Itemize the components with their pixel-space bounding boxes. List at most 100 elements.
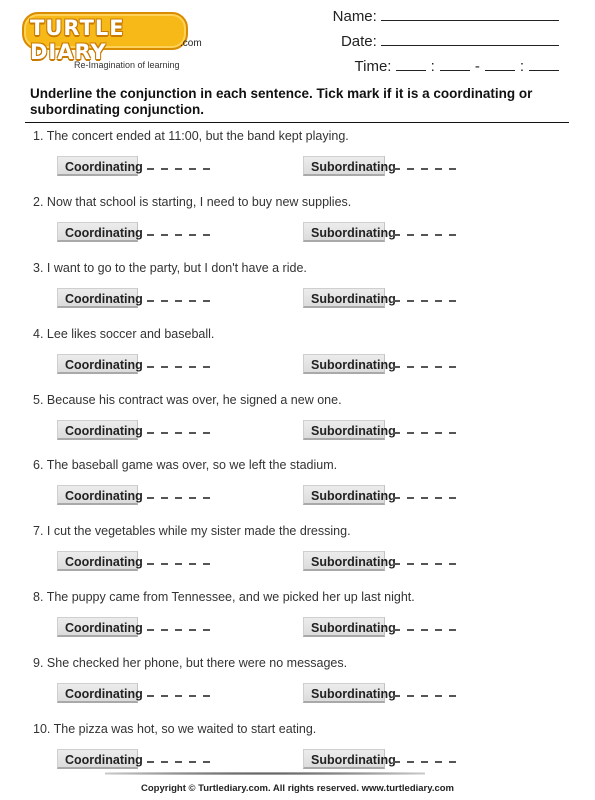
subordinating-answer-blank[interactable] <box>393 233 459 236</box>
subordinating-answer-blank[interactable] <box>393 695 459 698</box>
student-info-fields: Name: Date: Time: : -: <box>333 6 559 81</box>
coordinating-answer-blank[interactable] <box>147 431 213 434</box>
question-sentence: The pizza was hot, so we waited to start… <box>53 722 317 737</box>
question-number: 9. <box>33 656 44 671</box>
coordinating-answer-blank[interactable] <box>147 168 213 170</box>
coordinating-button[interactable]: Coordinating <box>57 683 143 704</box>
coordinating-button[interactable]: Coordinating <box>57 353 143 374</box>
question-sentence: I cut the vegetables while my sister mad… <box>46 524 351 539</box>
question-text: 6. The baseball game was over, so we lef… <box>33 458 337 472</box>
coordinating-button[interactable]: Coordinating <box>57 749 143 770</box>
coordinating-answer-blank[interactable] <box>147 695 213 698</box>
question-sentence: I want to go to the party, but I don't h… <box>46 260 307 275</box>
question-item: 2. Now that school is starting, I need t… <box>0 193 595 259</box>
subordinating-button[interactable]: Subordinating <box>303 287 396 308</box>
question-list: 1. The concert ended at 11:00, but the b… <box>0 127 595 786</box>
time-dash: - <box>474 58 480 75</box>
subordinating-button[interactable]: Subordinating <box>303 221 396 242</box>
start-minute-blank[interactable] <box>439 56 470 71</box>
question-item: 4. Lee likes soccer and baseball. Coordin… <box>0 325 595 391</box>
question-text: 1. The concert ended at 11:00, but the b… <box>33 129 349 143</box>
question-sentence: Now that school is starting, I need to b… <box>46 194 352 209</box>
coordinating-button[interactable]: Coordinating <box>57 419 143 440</box>
subordinating-answer-blank[interactable] <box>393 299 459 302</box>
question-sentence: The puppy came from Tennessee, and we pi… <box>46 590 415 605</box>
question-sentence: The baseball game was over, so we left t… <box>46 458 338 473</box>
subordinating-button[interactable]: Subordinating <box>303 749 396 770</box>
question-item: 7. I cut the vegetables while my sister … <box>0 522 595 588</box>
subordinating-button[interactable]: Subordinating <box>303 683 396 704</box>
subordinating-button[interactable]: Subordinating <box>303 156 396 176</box>
question-sentence: She checked her phone, but there were no… <box>46 656 348 671</box>
question-number: 5. <box>33 392 44 407</box>
coordinating-answer-blank[interactable] <box>147 233 213 236</box>
coordinating-answer-blank[interactable] <box>147 497 213 500</box>
subordinating-answer-blank[interactable] <box>393 629 459 632</box>
subordinating-answer-blank[interactable] <box>393 761 459 764</box>
name-blank[interactable] <box>381 6 559 21</box>
footer-divider <box>105 772 425 775</box>
subordinating-answer-blank[interactable] <box>393 365 459 368</box>
subordinating-answer-blank[interactable] <box>393 563 459 566</box>
end-hour-blank[interactable] <box>484 56 515 71</box>
question-text: 4. Lee likes soccer and baseball. <box>33 327 214 341</box>
question-sentence: Because his contract was over, he signed… <box>46 392 342 407</box>
end-minute-blank[interactable] <box>529 56 559 71</box>
name-label: Name: <box>332 8 377 25</box>
subordinating-button[interactable]: Subordinating <box>303 551 396 572</box>
question-item: 10. The pizza was hot, so we waited to s… <box>0 720 595 786</box>
question-number: 2. <box>33 194 44 209</box>
question-item: 8. The puppy came from Tennessee, and we… <box>0 588 595 654</box>
coordinating-answer-blank[interactable] <box>147 629 213 632</box>
subordinating-button[interactable]: Subordinating <box>303 617 396 638</box>
start-hour-blank[interactable] <box>395 56 426 71</box>
question-item: 6. The baseball game was over, so we lef… <box>0 456 595 522</box>
name-field: Name: <box>333 6 559 31</box>
copyright-footer: Copyright © Turtlediary.com. All rights … <box>141 783 454 794</box>
date-blank[interactable] <box>381 31 559 46</box>
question-number: 7. <box>33 524 44 539</box>
logo-domain-suffix: .com <box>180 38 202 49</box>
coordinating-answer-blank[interactable] <box>147 299 213 302</box>
question-text: 3. I want to go to the party, but I don'… <box>33 261 307 275</box>
time-colon: : <box>430 58 435 75</box>
question-number: 3. <box>33 260 44 275</box>
question-text: 9. She checked her phone, but there were… <box>33 656 347 670</box>
subordinating-answer-blank[interactable] <box>393 168 459 170</box>
coordinating-button[interactable]: Coordinating <box>57 156 143 176</box>
question-item: 5. Because his contract was over, he sig… <box>0 391 595 457</box>
question-item: 9. She checked her phone, but there were… <box>0 654 595 720</box>
question-item: 3. I want to go to the party, but I don'… <box>0 259 595 325</box>
question-text: 5. Because his contract was over, he sig… <box>33 393 342 407</box>
time-label: Time: <box>354 58 392 75</box>
logo-text: TURTLE DIARY <box>30 16 125 64</box>
instructions: Underline the conjunction in each senten… <box>30 86 533 117</box>
coordinating-button[interactable]: Coordinating <box>57 617 143 638</box>
question-text: 10. The pizza was hot, so we waited to s… <box>33 722 316 736</box>
question-text: 8. The puppy came from Tennessee, and we… <box>33 590 415 604</box>
divider <box>25 122 569 123</box>
question-number: 1. <box>33 129 44 143</box>
question-number: 10. <box>33 722 51 737</box>
question-number: 6. <box>33 458 44 473</box>
subordinating-button[interactable]: Subordinating <box>303 485 396 506</box>
subordinating-button[interactable]: Subordinating <box>303 419 396 440</box>
subordinating-button[interactable]: Subordinating <box>303 353 396 374</box>
coordinating-button[interactable]: Coordinating <box>57 287 143 308</box>
subordinating-answer-blank[interactable] <box>393 497 459 500</box>
date-label: Date: <box>340 33 377 50</box>
coordinating-button[interactable]: Coordinating <box>57 485 143 506</box>
coordinating-answer-blank[interactable] <box>147 761 213 764</box>
coordinating-button[interactable]: Coordinating <box>57 221 143 242</box>
question-text: 7. I cut the vegetables while my sister … <box>33 524 351 538</box>
subordinating-answer-blank[interactable] <box>393 431 459 434</box>
time-field: Time: : -: <box>333 56 559 81</box>
question-number: 8. <box>33 590 44 605</box>
coordinating-answer-blank[interactable] <box>147 563 213 566</box>
question-sentence: Lee likes soccer and baseball. <box>46 326 215 341</box>
question-item: 1. The concert ended at 11:00, but the b… <box>0 127 595 193</box>
coordinating-answer-blank[interactable] <box>147 365 213 368</box>
turtle-diary-logo: TURTLE DIARY .com Re-Imagination of lear… <box>22 12 202 70</box>
coordinating-button[interactable]: Coordinating <box>57 551 143 572</box>
logo-tagline: Re-Imagination of learning <box>74 60 180 70</box>
